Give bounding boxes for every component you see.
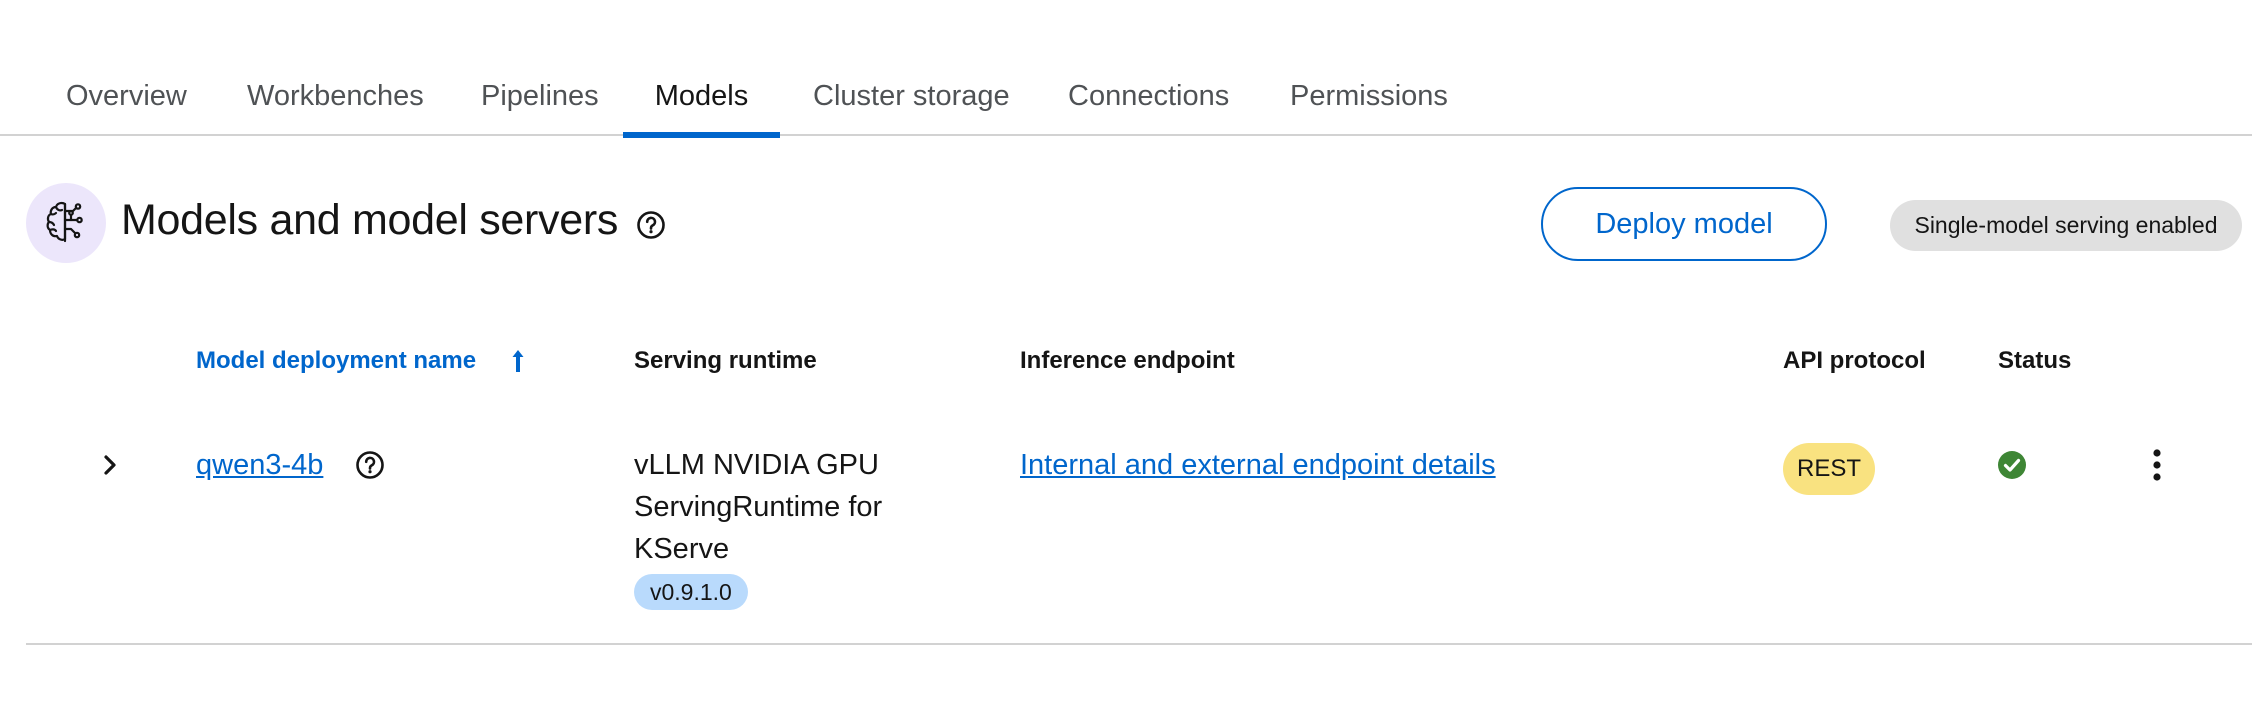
tab-cluster-storage[interactable]: Cluster storage [779, 56, 1044, 136]
column-header-serving-runtime: Serving runtime [634, 347, 817, 374]
tab-workbenches[interactable]: Workbenches [213, 56, 458, 136]
deploy-model-button[interactable]: Deploy model [1541, 187, 1827, 261]
tab-permissions[interactable]: Permissions [1256, 56, 1482, 136]
kebab-menu-icon[interactable] [2144, 446, 2170, 484]
models-page: Overview Workbenches Pipelines Models Cl… [0, 0, 2252, 710]
runtime-version-badge: v0.9.1.0 [634, 574, 748, 610]
tab-models[interactable]: Models [623, 56, 780, 138]
row-divider [26, 643, 2252, 645]
inference-endpoint-link[interactable]: Internal and external endpoint details [1020, 449, 1496, 482]
column-header-inference-endpoint: Inference endpoint [1020, 347, 1235, 374]
tab-pipelines[interactable]: Pipelines [447, 56, 633, 136]
page-title: Models and model servers [121, 196, 619, 244]
project-tabs: Overview Workbenches Pipelines Models Cl… [0, 56, 2252, 138]
question-circle-icon[interactable] [354, 449, 386, 481]
column-header-api-protocol: API protocol [1783, 347, 1926, 374]
tab-connections[interactable]: Connections [1034, 56, 1263, 136]
model-deployment-link[interactable]: qwen3-4b [196, 449, 323, 482]
serving-runtime-name: vLLM NVIDIA GPU ServingRuntime for KServ… [634, 449, 883, 565]
question-circle-icon[interactable] [635, 209, 667, 241]
single-model-serving-badge: Single-model serving enabled [1890, 200, 2242, 251]
check-circle-icon[interactable] [1997, 450, 2027, 480]
column-header-model-deployment-name[interactable]: Model deployment name [196, 347, 476, 375]
api-protocol-badge: REST [1783, 443, 1875, 495]
brain-circuit-icon [26, 183, 106, 263]
chevron-right-icon[interactable] [96, 449, 124, 481]
sort-ascending-icon[interactable] [508, 346, 528, 376]
column-header-status: Status [1998, 347, 2072, 374]
tab-overview[interactable]: Overview [32, 56, 221, 136]
